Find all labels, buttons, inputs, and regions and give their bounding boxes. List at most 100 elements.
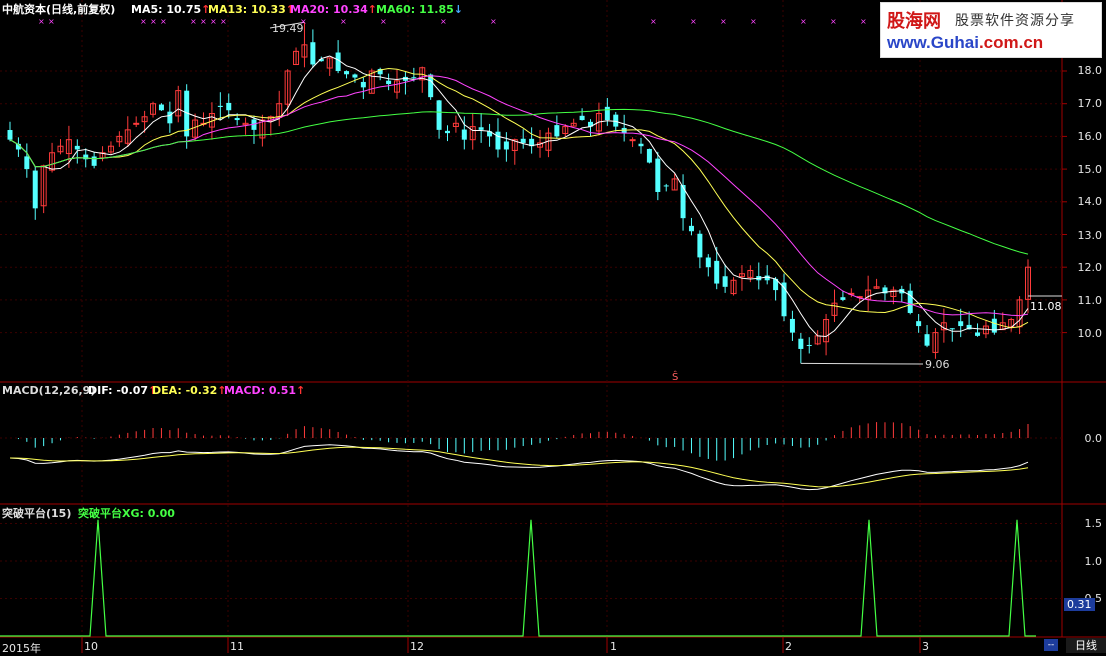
signal-x-marker: × xyxy=(650,17,657,26)
guhai-logo: 股海网 股票软件资源分享 www.Guhai.com.cn xyxy=(880,2,1102,58)
candle-body-down xyxy=(352,74,358,78)
macd-dif-line xyxy=(9,444,1029,491)
signal-x-marker: × xyxy=(150,17,157,26)
candle-body-down xyxy=(722,276,728,287)
signal-x-marker: × xyxy=(140,17,147,26)
candle-body-down xyxy=(32,170,38,209)
candle-body-down xyxy=(554,125,560,137)
low-price-marker: 9.06 xyxy=(925,358,950,371)
ma60-value: MA60: 11.85↓ xyxy=(376,3,464,16)
candle-body-up xyxy=(629,139,636,142)
signal-x-marker: × xyxy=(750,17,757,26)
x-label-nov: 11 xyxy=(230,640,244,653)
breakout-xg: 突破平台XG: 0.00 xyxy=(78,507,175,520)
signal-x-marker: × xyxy=(860,17,867,26)
last-price-label: 11.08 xyxy=(1030,300,1062,313)
candle-body-down xyxy=(310,42,316,65)
signal-x-marker: × xyxy=(48,17,55,26)
candle-body-down xyxy=(916,321,922,327)
candle-body-down xyxy=(697,233,703,258)
candle-body-down xyxy=(789,318,795,333)
ma5-line xyxy=(9,55,1029,338)
signal-x-marker: × xyxy=(340,17,347,26)
candle-body-down xyxy=(604,106,610,121)
candle-body-down xyxy=(226,102,232,111)
candle-body-down xyxy=(520,138,526,143)
kline-chart[interactable]: ××××××××××××××××××××××××Ŝ xyxy=(0,0,1106,653)
signal-x-marker: × xyxy=(200,17,207,26)
x-label-dec: 12 xyxy=(410,640,424,653)
breakout-tick-1-0: 1.0 xyxy=(1084,555,1103,568)
candle-body-down xyxy=(714,260,720,284)
ma20-line xyxy=(9,75,1029,317)
breakout-signal-line xyxy=(0,519,1036,637)
ma20-value: MA20: 10.34↑ xyxy=(290,3,378,16)
signal-x-marker: × xyxy=(190,17,197,26)
candle-body-down xyxy=(436,100,442,130)
y-tick-16: 16.0 xyxy=(1077,130,1103,143)
candle-body-down xyxy=(705,257,711,268)
signal-x-marker: × xyxy=(440,17,447,26)
candle-body-down xyxy=(495,131,501,150)
candle-body-down xyxy=(646,148,652,163)
candle-body-down xyxy=(958,321,964,327)
breakout-tick-1-5: 1.5 xyxy=(1084,517,1103,530)
y-tick-18: 18.0 xyxy=(1077,64,1103,77)
candle-body-down xyxy=(579,115,585,121)
macd-zero-tick: 0.0 xyxy=(1084,432,1103,445)
signal-x-marker: × xyxy=(220,17,227,26)
period-selector[interactable]: 日线 xyxy=(1066,638,1106,653)
ma5-value: MA5: 10.75↑ xyxy=(131,3,211,16)
x-label-oct: 10 xyxy=(84,640,98,653)
signal-x-marker: × xyxy=(690,17,697,26)
candle-body-down xyxy=(949,328,955,330)
signal-x-marker: × xyxy=(490,17,497,26)
macd-dif: DIF: -0.07↑ xyxy=(88,384,158,397)
candle-body-down xyxy=(798,338,804,349)
candle-body-down xyxy=(7,130,13,140)
x-label-feb: 2 xyxy=(785,640,792,653)
candle-body-down xyxy=(638,143,644,147)
candle-body-down xyxy=(478,127,484,130)
y-tick-17: 17.0 xyxy=(1077,97,1103,110)
candle-body-down xyxy=(91,156,97,166)
y-tick-11: 11.0 xyxy=(1077,294,1103,307)
candle-body-down xyxy=(234,118,240,121)
candle-body-down xyxy=(688,225,694,232)
candle-body-up xyxy=(133,122,140,125)
candle-body-down xyxy=(335,52,341,71)
candle-body-down xyxy=(344,71,350,75)
signal-s-marker: Ŝ xyxy=(672,370,678,383)
candle-body-down xyxy=(74,145,80,150)
candle-body-down xyxy=(663,185,669,187)
scroll-button[interactable]: -- xyxy=(1044,639,1058,651)
candle-body-down xyxy=(503,141,509,150)
candle-body-down xyxy=(461,129,467,140)
macd-title: MACD(12,26,9) xyxy=(2,384,96,397)
signal-x-marker: × xyxy=(720,17,727,26)
signal-x-marker: × xyxy=(38,17,45,26)
candle-body-down xyxy=(444,130,450,134)
candle-body-down xyxy=(924,334,930,346)
high-price-marker: 19.49 xyxy=(272,22,304,35)
signal-x-marker: × xyxy=(800,17,807,26)
x-label-jan: 1 xyxy=(610,640,617,653)
stock-name: 中航资本(日线,前复权) xyxy=(2,3,116,16)
ma60-line xyxy=(9,108,1029,255)
y-tick-15: 15.0 xyxy=(1077,163,1103,176)
macd-value: MACD: 0.51↑ xyxy=(224,384,306,397)
signal-x-marker: × xyxy=(380,17,387,26)
x-label-mar: 3 xyxy=(922,640,929,653)
candle-body-down xyxy=(167,111,173,124)
candle-body-down xyxy=(360,81,366,88)
ma13-value: MA13: 10.33↑ xyxy=(208,3,296,16)
candle-body-down xyxy=(975,332,981,336)
x-label-2015: 2015年 xyxy=(2,642,41,655)
candle-body-down xyxy=(613,114,619,127)
y-tick-10: 10.0 xyxy=(1077,327,1103,340)
y-tick-14: 14.0 xyxy=(1077,195,1103,208)
breakout-title: 突破平台(15) xyxy=(2,507,72,520)
signal-x-marker: × xyxy=(830,17,837,26)
y-tick-13: 13.0 xyxy=(1077,229,1103,242)
y-tick-12: 12.0 xyxy=(1077,261,1103,274)
